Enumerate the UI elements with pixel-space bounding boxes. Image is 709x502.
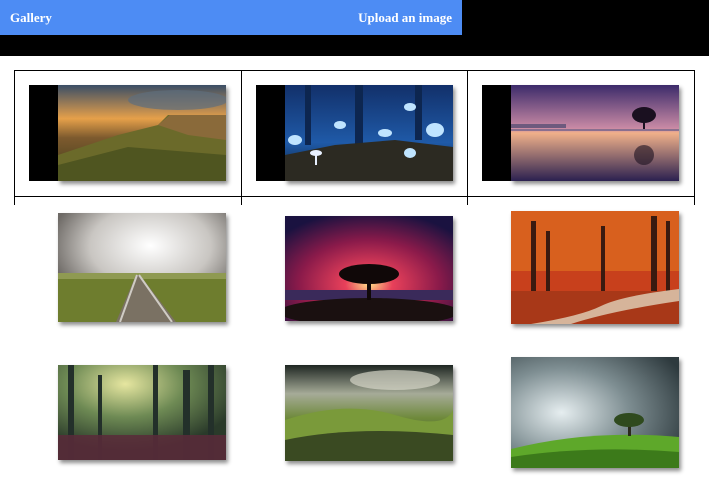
gallery-image-tree-on-hill[interactable] bbox=[511, 357, 679, 468]
gallery-image-blue-butterflies[interactable] bbox=[285, 85, 453, 181]
gallery-image-tree-red-sky[interactable] bbox=[285, 216, 453, 321]
gallery-title-link[interactable]: Gallery bbox=[10, 10, 52, 26]
gallery-image-misty-forest[interactable] bbox=[58, 365, 226, 460]
gallery-image-mountain-sunset[interactable] bbox=[58, 85, 226, 181]
gallery-image-autumn-path[interactable] bbox=[511, 211, 679, 324]
image-letterbox bbox=[256, 85, 286, 181]
navbar: Gallery Upload an image bbox=[0, 0, 462, 35]
image-letterbox bbox=[29, 85, 59, 181]
image-letterbox bbox=[482, 85, 512, 181]
upload-image-link[interactable]: Upload an image bbox=[358, 10, 452, 26]
gallery-image-green-valley[interactable] bbox=[285, 365, 453, 461]
gallery-image-railroad-storm[interactable] bbox=[58, 213, 226, 322]
gallery-image-purple-lake[interactable] bbox=[511, 85, 679, 181]
